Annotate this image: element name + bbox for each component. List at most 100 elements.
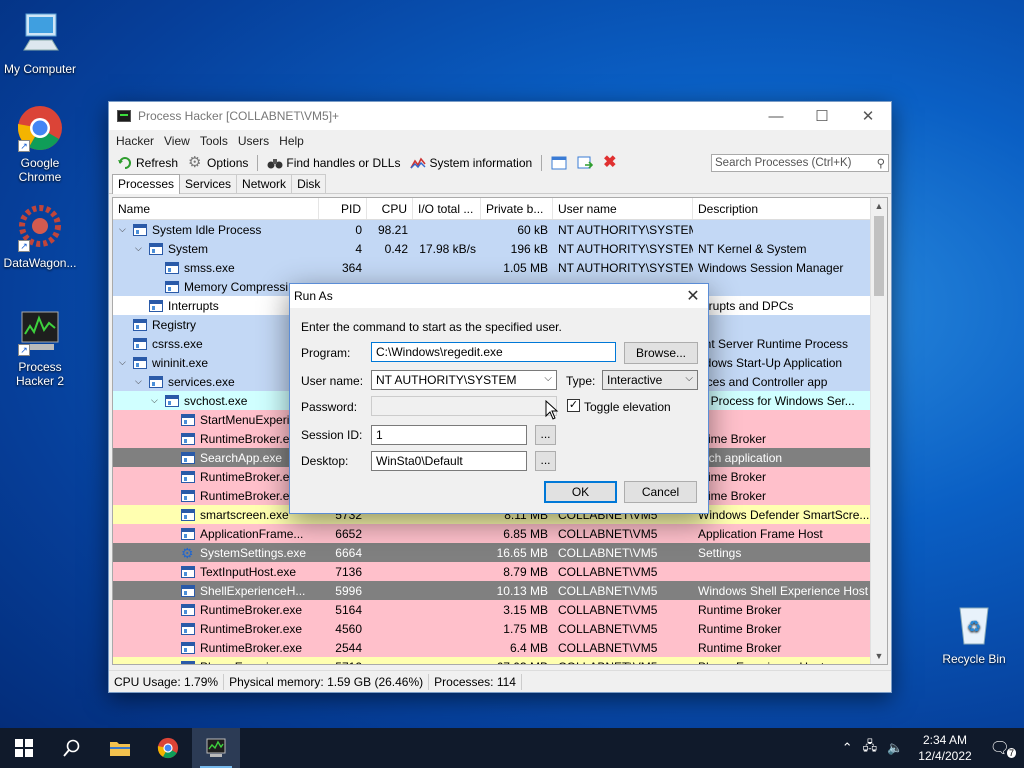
table-row[interactable]: ShellExperienceH... 5996 10.13 MB COLLABNET… <box>113 581 871 600</box>
toolbar-separator <box>541 155 543 171</box>
taskbar-process-hacker[interactable] <box>192 728 240 768</box>
cancel-button[interactable]: Cancel <box>624 481 697 503</box>
table-row[interactable]: ⚙ SystemSettings.exe 6664 16.65 MB COLLABNET… <box>113 543 871 562</box>
column-user-name[interactable]: User name <box>553 198 693 219</box>
chevron-down-icon[interactable]: ⌵ <box>119 224 133 235</box>
process-icon <box>181 527 195 540</box>
column-io-total[interactable]: I/O total ... <box>413 198 481 219</box>
desktop-icon-recycle-bin[interactable]: ♻ Recycle Bin <box>934 600 1014 666</box>
desktop-icon-my-computer[interactable]: My Computer <box>0 10 80 76</box>
chevron-down-icon[interactable]: ⌵ <box>119 357 133 368</box>
toggle-elevation-checkbox[interactable]: ✓ <box>567 399 580 412</box>
password-field[interactable] <box>371 396 557 416</box>
column-description[interactable]: Description <box>693 198 871 219</box>
refresh-button[interactable]: Refresh <box>113 156 182 170</box>
table-row[interactable]: ⌵ System Idle Process 0 98.21 60 kB NT AUTHOR… <box>113 220 871 239</box>
tab-disk[interactable]: Disk <box>291 174 327 193</box>
type-dropdown[interactable]: Interactive ⌵ <box>602 370 698 390</box>
dialog-titlebar[interactable]: Run As ✕ <box>290 284 708 308</box>
process-icon <box>181 641 195 654</box>
desktop-icon-datawagon[interactable]: ↗ DataWagon... <box>0 204 80 270</box>
column-private-bytes[interactable]: Private b... <box>481 198 553 219</box>
process-pid-cell: 6652 <box>335 526 362 541</box>
search-button[interactable] <box>48 728 96 768</box>
session-id-browse-button[interactable]: ... <box>535 425 556 445</box>
menu-hacker[interactable]: Hacker <box>111 134 159 148</box>
table-row[interactable]: TextInputHost.exe 7136 8.79 MB COLLABNET\VM… <box>113 562 871 581</box>
browse-button[interactable]: Browse... <box>624 342 698 364</box>
scroll-down-icon[interactable]: ▼ <box>871 648 887 664</box>
menu-tools[interactable]: Tools <box>195 134 233 148</box>
notifications-button[interactable]: 🗨 7 <box>982 738 1024 758</box>
chrome-icon <box>157 737 179 759</box>
chevron-down-icon[interactable]: ⌵ <box>135 376 149 387</box>
desktop-icon-google-chrome[interactable]: ↗ Google Chrome <box>0 104 80 184</box>
process-icon <box>181 584 195 597</box>
taskbar-file-explorer[interactable] <box>96 728 144 768</box>
chevron-down-icon[interactable]: ⌵ <box>151 395 165 406</box>
column-pid[interactable]: PID <box>319 198 367 219</box>
program-field[interactable]: C:\Windows\regedit.exe <box>371 342 616 362</box>
process-pid-cell: 7136 <box>335 564 362 579</box>
window-go-button[interactable] <box>573 156 597 170</box>
username-dropdown[interactable]: NT AUTHORITY\SYSTEM ⌵ <box>371 370 557 390</box>
process-name-cell: PhoneExperi... <box>113 660 319 664</box>
process-icon <box>181 660 195 664</box>
process-user-cell: COLLABNET\VM5 <box>558 583 658 598</box>
ok-button[interactable]: OK <box>544 481 617 503</box>
process-hacker-icon <box>206 738 226 757</box>
close-button[interactable]: ✕ <box>845 102 891 130</box>
taskbar-chrome[interactable] <box>144 728 192 768</box>
menu-view[interactable]: View <box>159 134 195 148</box>
close-icon: ✖ <box>603 154 617 171</box>
chevron-up-icon[interactable]: ⌃ <box>837 740 858 756</box>
process-user-cell: COLLABNET\VM5 <box>558 602 658 617</box>
search-processes-input[interactable]: Search Processes (Ctrl+K) ⚲ <box>711 154 889 172</box>
process-name: wininit.exe <box>152 355 209 370</box>
process-desc-cell: Runtime Broker <box>698 621 782 636</box>
table-row[interactable]: RuntimeBroker.exe 4560 1.75 MB COLLABNET\VM… <box>113 619 871 638</box>
tab-processes[interactable]: Processes <box>112 174 181 194</box>
options-button[interactable]: ⚙ Options <box>184 155 252 170</box>
process-pid-cell: 364 <box>341 260 362 275</box>
desktop-browse-button[interactable]: ... <box>535 451 556 471</box>
desktop-field[interactable]: WinSta0\Default <box>371 451 527 471</box>
status-bar: CPU Usage: 1.79% Physical memory: 1.59 G… <box>109 670 891 692</box>
mouse-cursor-icon <box>545 400 559 420</box>
vertical-scrollbar[interactable]: ▲ ▼ <box>870 198 887 664</box>
window-button[interactable] <box>547 156 571 170</box>
table-row[interactable]: ApplicationFrame... 6652 6.85 MB COLLABNET\… <box>113 524 871 543</box>
column-name[interactable]: Name <box>113 198 319 219</box>
tab-network[interactable]: Network <box>236 174 293 193</box>
tab-strip: Processes Services Network Disk <box>109 174 891 194</box>
menu-users[interactable]: Users <box>233 134 274 148</box>
process-user-cell: COLLABNET\VM5 <box>553 660 693 665</box>
table-row[interactable]: PhoneExperi... 5712 67.03 MBCOLLABNET\VM5P… <box>113 657 871 665</box>
clock[interactable]: 2:34 AM 12/4/2022 <box>908 732 981 764</box>
tab-services[interactable]: Services <box>179 174 238 193</box>
table-row[interactable]: RuntimeBroker.exe 5164 3.15 MB COLLABNET\VM… <box>113 600 871 619</box>
scroll-up-icon[interactable]: ▲ <box>871 198 887 214</box>
process-icon <box>165 394 179 407</box>
table-row[interactable]: smss.exe 364 1.05 MB NT AUTHORITY\SYSTEM Win… <box>113 258 871 277</box>
dialog-close-button[interactable]: ✕ <box>678 286 708 306</box>
recycle-bin-icon: ♻ <box>950 600 998 648</box>
terminate-button[interactable]: ✖ <box>599 154 623 171</box>
chevron-down-icon[interactable]: ⌵ <box>135 243 149 254</box>
scrollbar-thumb[interactable] <box>874 216 884 296</box>
session-id-field[interactable]: 1 <box>371 425 527 445</box>
find-handles-button[interactable]: Find handles or DLLs <box>263 156 404 170</box>
system-information-button[interactable]: System information <box>406 156 536 170</box>
maximize-button[interactable]: ☐ <box>799 102 845 130</box>
column-cpu[interactable]: CPU <box>367 198 413 219</box>
minimize-button[interactable]: — <box>753 102 799 130</box>
volume-icon[interactable]: 🔈 <box>882 740 908 756</box>
table-row[interactable]: ⌵ System 4 0.42 17.98 kB/s 196 kB NT AUTHORITY… <box>113 239 871 258</box>
start-button[interactable] <box>0 728 48 768</box>
table-row[interactable]: RuntimeBroker.exe 2544 6.4 MB COLLABNET\VM5… <box>113 638 871 657</box>
window-titlebar[interactable]: Process Hacker [COLLABNET\VM5]+ — ☐ ✕ <box>109 102 891 130</box>
menu-help[interactable]: Help <box>274 134 309 148</box>
binoculars-icon <box>267 156 283 170</box>
network-icon[interactable]: 🖧 <box>858 737 883 759</box>
desktop-icon-process-hacker[interactable]: ↗ Process Hacker 2 <box>0 308 80 388</box>
